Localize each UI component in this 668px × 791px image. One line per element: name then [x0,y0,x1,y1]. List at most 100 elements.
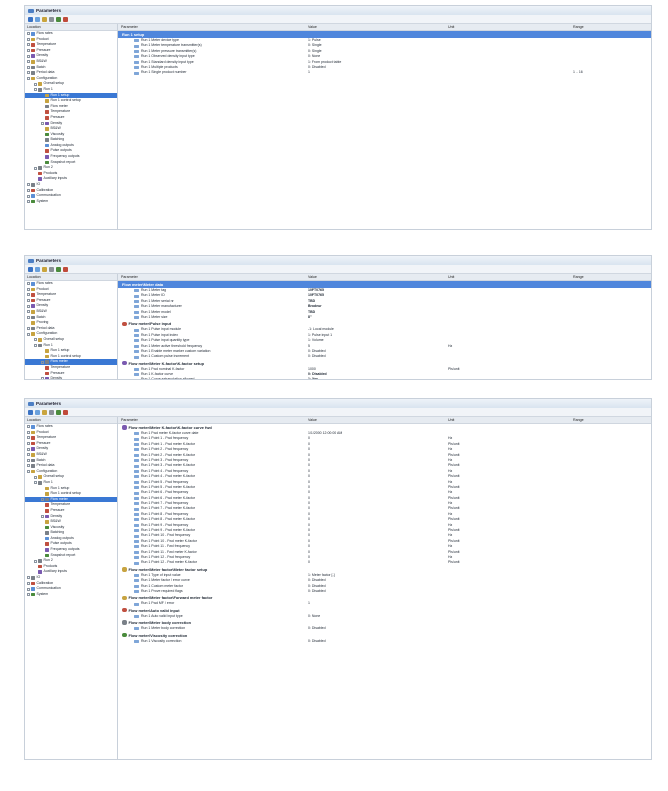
expander-icon[interactable] [27,194,30,198]
tree-node[interactable]: Density [25,376,117,379]
expander-icon[interactable] [27,436,30,440]
parameter-column-header[interactable]: Parameter [121,24,138,30]
print-icon[interactable] [49,16,54,22]
expander-icon[interactable] [34,343,37,347]
expander-icon[interactable] [41,360,44,364]
location-tree[interactable]: Location Flow rates Product Temperature Pre… [25,274,118,379]
open-icon[interactable] [28,266,33,272]
parameter-row[interactable]: Run 1 Single product number 1 1 .. 16 [118,70,651,75]
tools-icon[interactable] [63,409,68,415]
group-header[interactable]: Flow meter\Meter data [118,281,651,288]
grid-icon[interactable] [56,409,61,415]
expander-icon[interactable] [27,581,30,585]
expander-icon[interactable] [27,188,30,192]
unit-column-header[interactable]: Unit [448,24,454,30]
tools-icon[interactable] [63,16,68,22]
expander-icon[interactable] [34,559,37,563]
print-icon[interactable] [49,266,54,272]
range-column-header[interactable]: Range [573,417,584,423]
expander-icon[interactable] [27,71,30,75]
save-icon[interactable] [35,409,40,415]
range-column-header[interactable]: Range [573,274,584,280]
expander-icon[interactable] [27,304,30,308]
folder-icon[interactable] [42,16,47,22]
parameter-column-header[interactable]: Parameter [121,417,138,423]
expander-icon[interactable] [27,293,30,297]
open-icon[interactable] [28,409,33,415]
expander-icon[interactable] [27,43,30,47]
expander-icon[interactable] [27,458,30,462]
group-header[interactable]: Flow meter\Meter factor\Meter factor set… [118,566,651,573]
expander-icon[interactable] [27,299,30,303]
range-column-header[interactable]: Range [573,24,584,30]
expander-icon[interactable] [34,166,37,170]
location-tree[interactable]: Location Flow rates Product Temperature Pre… [25,417,118,759]
expander-icon[interactable] [27,54,30,58]
value-column-header[interactable]: Value [308,417,317,423]
expander-icon[interactable] [34,82,37,86]
group-header[interactable]: Flow meter\Auto valid input [118,607,651,614]
group-header[interactable]: Flow meter\Pulse input [118,320,651,327]
expander-icon[interactable] [27,447,30,451]
expander-icon[interactable] [27,310,30,314]
expander-icon[interactable] [27,453,30,457]
print-icon[interactable] [49,409,54,415]
expander-icon[interactable] [34,475,37,479]
expander-icon[interactable] [27,425,30,429]
expander-icon[interactable] [27,37,30,41]
expander-icon[interactable] [27,32,30,36]
unit-column-header[interactable]: Unit [448,274,454,280]
save-icon[interactable] [35,266,40,272]
parameter-value[interactable]: 0: Disabled [308,639,326,644]
value-column-header[interactable]: Value [308,24,317,30]
parameter-column-header[interactable]: Parameter [121,274,138,280]
group-header[interactable]: Flow meter\Meter K-factor\K-factor curve… [118,424,651,431]
expander-icon[interactable] [27,60,30,64]
grid-icon[interactable] [56,266,61,272]
expander-icon[interactable] [27,327,30,331]
expander-icon[interactable] [27,593,30,597]
save-icon[interactable] [35,16,40,22]
folder-icon[interactable] [42,409,47,415]
group-header[interactable]: Run 1 setup [118,31,651,38]
expander-icon[interactable] [27,315,30,319]
expander-icon[interactable] [34,338,37,342]
expander-icon[interactable] [27,430,30,434]
expander-icon[interactable] [27,332,30,336]
parameter-value[interactable]: 1 [308,70,310,75]
expander-icon[interactable] [27,576,30,580]
tree-node[interactable]: System [25,199,117,205]
expander-icon[interactable] [27,77,30,81]
parameter-row[interactable]: Run 1 Viscosity correction 0: Disabled [118,639,651,644]
expander-icon[interactable] [27,587,30,591]
expander-icon[interactable] [41,514,44,518]
expander-icon[interactable] [27,49,30,53]
value-column-header[interactable]: Value [308,274,317,280]
parameter-row[interactable]: Run 1 Curve extrapolation allowed 1: Yes [118,377,651,379]
group-header[interactable]: Flow meter\Meter factor\Forward meter fa… [118,594,651,601]
expander-icon[interactable] [27,183,30,187]
folder-icon[interactable] [42,266,47,272]
tree-node[interactable]: System [25,592,117,598]
expander-icon[interactable] [27,65,30,69]
expander-icon[interactable] [27,287,30,291]
expander-icon[interactable] [27,470,30,474]
expander-icon[interactable] [41,498,44,502]
expander-icon[interactable] [27,200,30,204]
expander-icon[interactable] [34,481,37,485]
tools-icon[interactable] [63,266,68,272]
expander-icon[interactable] [34,88,37,92]
expander-icon[interactable] [27,282,30,286]
expander-icon[interactable] [41,377,44,379]
open-icon[interactable] [28,16,33,22]
group-header[interactable]: Flow meter\Meter K-factor\K-factor setup [118,360,651,367]
group-header[interactable]: Flow meter\Viscosity correction [118,632,651,639]
location-tree[interactable]: Location Flow rates Product Temperature Pre… [25,24,118,229]
group-header[interactable]: Flow meter\Meter body correction [118,619,651,626]
grid-icon[interactable] [56,16,61,22]
expander-icon[interactable] [27,464,30,468]
expander-icon[interactable] [27,442,30,446]
unit-column-header[interactable]: Unit [448,417,454,423]
expander-icon[interactable] [41,121,44,125]
parameter-value[interactable]: 1: Yes [308,377,318,379]
